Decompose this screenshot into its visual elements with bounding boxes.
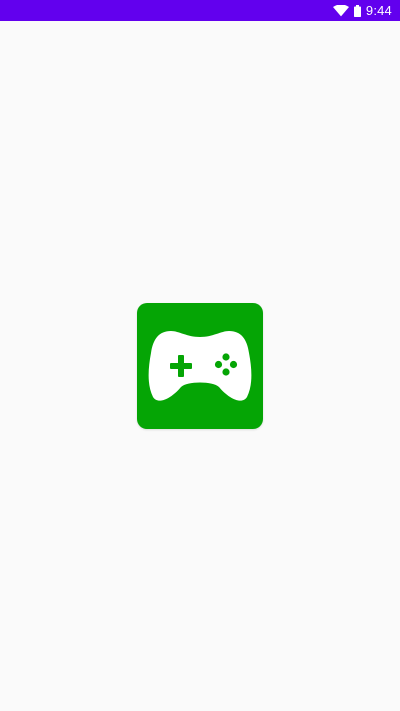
status-bar: 9:44 — [0, 0, 400, 21]
wifi-icon — [332, 4, 349, 16]
status-time: 9:44 — [365, 3, 392, 18]
battery-icon — [353, 4, 361, 17]
splash-screen — [0, 21, 400, 711]
gamepad-icon — [148, 331, 252, 401]
status-icons: 9:44 — [332, 3, 392, 18]
app-icon-tile — [137, 303, 263, 429]
